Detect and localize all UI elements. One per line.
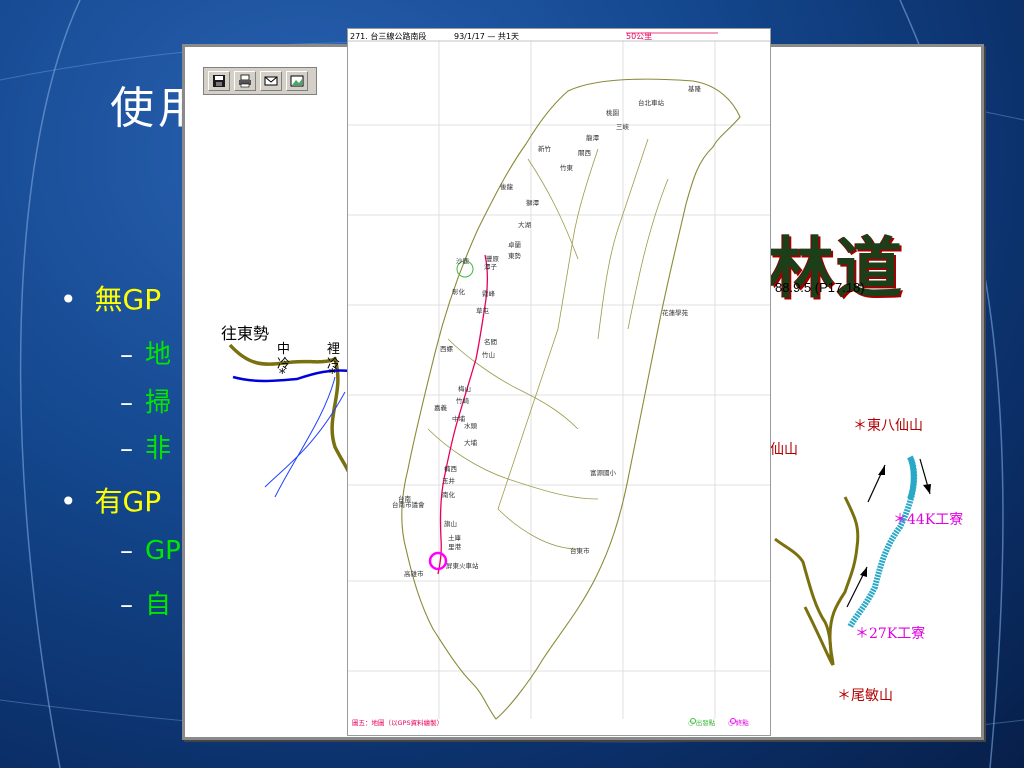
city-label: 名間 — [484, 338, 497, 346]
sub-label: 非 — [145, 434, 172, 464]
legend-end: ○ 終點 — [728, 719, 749, 727]
city-label: 富源國小 — [590, 469, 616, 477]
mail-icon[interactable] — [260, 71, 282, 91]
sub-label: 地 — [145, 340, 172, 370]
sub-label: 掃 — [145, 388, 172, 418]
city-label: 梅山 — [458, 385, 471, 393]
route-header-date: 93/1/17 — 共1天 — [454, 32, 520, 41]
city-label: 旗山 — [444, 520, 457, 528]
city-label: 三峽 — [616, 123, 629, 131]
city-label: 台南 — [398, 495, 411, 503]
city-label: 屏東火車站 — [446, 562, 479, 570]
city-label: 竹崎 — [456, 397, 469, 405]
city-label: 大湖 — [518, 221, 531, 229]
sub-bullet: – 掃 — [120, 382, 171, 419]
city-label: 水頭 — [464, 422, 477, 430]
to-dongshi-label: 往東勢 — [221, 324, 270, 343]
sub-bullet: – 非 — [120, 428, 171, 465]
city-label: 彰化 — [452, 288, 465, 296]
city-label: 大埔 — [464, 439, 477, 447]
taiwan-route-map-window: 271. 台三線公路南段 93/1/17 — 共1天 50公里 基隆 台北車站 … — [347, 28, 771, 736]
sub-bullet: – GP — [120, 536, 181, 566]
city-label: 高雄市 — [404, 570, 424, 578]
city-label: 嘉義 — [434, 404, 447, 412]
city-label: 西螺 — [440, 345, 453, 353]
save-icon[interactable] — [208, 71, 230, 91]
city-label: 玉井 — [442, 477, 455, 485]
city-label: 里港 — [448, 543, 461, 551]
bullet-no-gps: • 無GP — [60, 278, 161, 318]
sub-label: 自 — [145, 590, 172, 620]
city-label: 龍潭 — [586, 134, 599, 142]
bullet-dot: • — [60, 283, 77, 316]
city-label: 潭子 — [484, 263, 497, 271]
weimin-mountain-label: ＊尾敏山 — [837, 688, 893, 704]
sub-dash: – — [120, 340, 133, 370]
city-label: 竹東 — [560, 164, 573, 172]
bullet-label: 有GP — [94, 485, 162, 518]
city-label: 竹山 — [482, 351, 495, 359]
sub-dash: – — [120, 590, 133, 620]
print-icon[interactable] — [234, 71, 256, 91]
city-label: 後龍 — [500, 183, 513, 191]
sub-dash: – — [120, 388, 133, 418]
sub-bullet: – 地 — [120, 334, 171, 371]
bullet-has-gps: • 有GP — [60, 480, 161, 520]
sub-label: GP — [145, 536, 181, 566]
city-label: 花蓮學苑 — [662, 309, 688, 317]
route-header-title: 271. 台三線公路南段 — [350, 32, 427, 41]
route-header-scale: 50公里 — [626, 32, 653, 41]
picture-icon[interactable] — [286, 71, 308, 91]
map-footer-caption: 圖五：地圖（以GPS資料繪製） — [352, 719, 444, 727]
city-label: 台東市 — [570, 547, 590, 555]
east-xianshan-label: ＊東八仙山 — [853, 418, 923, 434]
city-label: 楠西 — [444, 465, 457, 473]
sub-bullet: – 自 — [120, 584, 171, 621]
map-toolbar — [203, 67, 317, 95]
bullet-label: 無GP — [94, 283, 162, 316]
sub-dash: – — [120, 434, 133, 464]
city-label: 草屯 — [476, 307, 489, 315]
date-reference: 88.9.5 (P17.18) — [775, 280, 865, 295]
bullet-dot: • — [60, 485, 77, 518]
city-label: 東勢 — [508, 252, 521, 260]
sub-dash: – — [120, 536, 133, 566]
legend-start: ○ 出發點 — [688, 719, 716, 727]
forest-road-title: 林道 — [768, 229, 904, 307]
city-label: 桃園 — [606, 109, 619, 117]
city-label: 卓蘭 — [508, 241, 521, 249]
star-marker: * — [279, 367, 286, 382]
k44-camp-label: ＊44K工寮 — [893, 512, 964, 528]
city-label: 新竹 — [538, 145, 551, 153]
city-label: 沙鹿 — [456, 257, 469, 265]
city-label: 關西 — [578, 149, 591, 157]
city-label: 霧峰 — [482, 290, 495, 298]
xianshan-label: 仙山 — [770, 442, 798, 458]
city-label: 台北車站 — [638, 99, 664, 107]
taiwan-route-map — [348, 32, 770, 724]
city-label: 獅潭 — [526, 199, 539, 207]
city-label: 基隆 — [688, 85, 701, 93]
city-label: 南化 — [442, 491, 455, 499]
star-marker: * — [329, 367, 336, 382]
k27-camp-label: ＊27K工寮 — [855, 626, 926, 642]
